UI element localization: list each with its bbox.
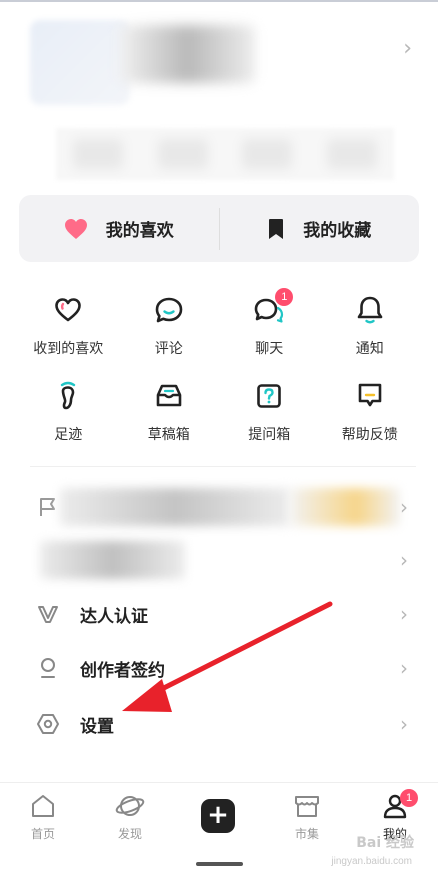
grid-item-label: 评论 <box>154 341 183 357</box>
nav-discover[interactable]: 发现 <box>95 793 165 842</box>
v-badge-icon <box>36 602 60 626</box>
nav-market-label: 市集 <box>294 827 319 841</box>
create-post-button[interactable]: + <box>201 799 235 833</box>
my-collections-label: 我的收藏 <box>303 221 372 241</box>
feedback-icon <box>354 380 386 412</box>
grid-item-label: 帮助反馈 <box>341 427 398 443</box>
chat-badge: 1 <box>275 288 294 306</box>
chat-bubbles-icon: 1 <box>253 288 294 326</box>
list-item-blurred-1[interactable]: › <box>0 480 438 534</box>
inbox-tray-icon <box>153 380 185 412</box>
grid-item-footprint[interactable]: 足迹 <box>18 374 119 454</box>
chevron-right-icon[interactable]: › <box>403 36 412 61</box>
flag-icon <box>36 495 60 519</box>
grid-item-label: 通知 <box>355 341 384 357</box>
settings-hexagon-icon <box>36 712 60 736</box>
footprint-icon <box>52 380 84 412</box>
profile-stats-blurred <box>56 128 394 180</box>
chevron-right-icon: › <box>400 712 408 736</box>
home-indicator[interactable] <box>196 862 243 866</box>
my-likes-button[interactable]: 我的喜欢 <box>19 195 219 262</box>
feature-grid: 收到的喜欢 评论 1 聊天 通知 足迹 草稿箱 提问箱 帮助反馈 <box>18 288 420 454</box>
section-divider <box>30 466 416 467</box>
question-box-icon <box>253 380 285 412</box>
nav-home-label: 首页 <box>30 827 55 841</box>
grid-item-chat[interactable]: 1 聊天 <box>219 288 320 368</box>
grid-item-received-likes[interactable]: 收到的喜欢 <box>18 288 119 368</box>
grid-item-label: 草稿箱 <box>147 427 190 443</box>
blurred-badge <box>290 488 400 526</box>
bell-icon <box>354 294 386 326</box>
grid-item-drafts[interactable]: 草稿箱 <box>119 374 220 454</box>
profile-name-blurred <box>120 25 255 83</box>
top-divider <box>0 0 438 2</box>
avatar[interactable] <box>30 20 130 105</box>
grid-item-label: 足迹 <box>54 427 83 443</box>
bookmark-icon <box>269 218 284 239</box>
grid-item-label: 聊天 <box>255 341 284 357</box>
list-item-creator-signing[interactable]: 创作者签约 › <box>0 641 438 695</box>
favorites-card: 我的喜欢 我的收藏 <box>19 195 419 262</box>
nav-market[interactable]: 市集 <box>272 793 342 842</box>
nav-discover-label: 发现 <box>117 827 142 841</box>
list-item-talent-certification[interactable]: 达人认证 › <box>0 587 438 641</box>
grid-item-label: 提问箱 <box>248 427 291 443</box>
comment-bubble-icon <box>153 294 185 326</box>
watermark-text: Bai 经验 <box>356 835 414 851</box>
watermark-url: jingyan.baidu.com <box>331 856 412 867</box>
nav-home[interactable]: 首页 <box>8 793 78 842</box>
heart-icon <box>64 218 87 239</box>
chevron-right-icon: › <box>400 656 408 680</box>
my-collections-button[interactable]: 我的收藏 <box>220 195 420 262</box>
chevron-right-icon: › <box>400 602 408 626</box>
grid-item-question-box[interactable]: 提问箱 <box>219 374 320 454</box>
grid-item-notifications[interactable]: 通知 <box>320 288 421 368</box>
list-item-settings[interactable]: 设置 › <box>0 697 438 751</box>
settings-label: 设置 <box>80 716 114 737</box>
profile-header[interactable]: › <box>0 10 438 110</box>
grid-item-comments[interactable]: 评论 <box>119 288 220 368</box>
shop-icon <box>295 796 319 817</box>
heart-outline-icon <box>52 294 84 326</box>
grid-item-label: 收到的喜欢 <box>33 341 104 357</box>
chevron-right-icon: › <box>400 495 408 519</box>
planet-icon <box>115 796 145 816</box>
grid-item-help-feedback[interactable]: 帮助反馈 <box>320 374 421 454</box>
user-outline-icon <box>36 656 60 680</box>
blurred-text <box>60 488 290 526</box>
home-icon <box>32 795 54 817</box>
list-item-blurred-2[interactable]: › <box>0 533 438 587</box>
talent-certification-label: 达人认证 <box>80 606 148 627</box>
my-likes-label: 我的喜欢 <box>105 221 174 241</box>
me-badge: 1 <box>400 789 418 807</box>
blurred-text <box>40 541 185 579</box>
creator-signing-label: 创作者签约 <box>80 660 165 681</box>
chevron-right-icon: › <box>400 548 408 572</box>
